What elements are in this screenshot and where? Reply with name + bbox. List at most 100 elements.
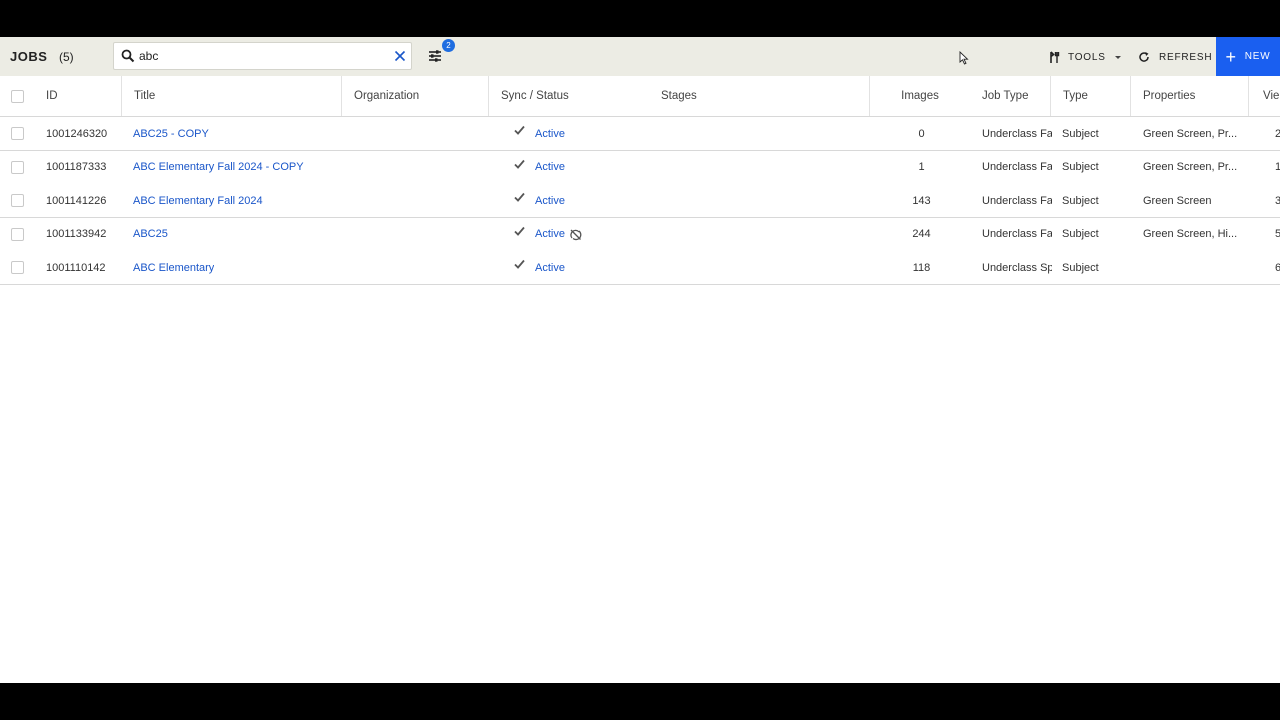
column-header-organization[interactable]: Organization: [341, 76, 489, 116]
properties: Green Screen, Pr...: [1143, 127, 1238, 140]
type: Subject: [1062, 228, 1099, 240]
check-icon: [514, 259, 525, 269]
tools-icon: [1050, 50, 1060, 63]
column-header-job-type[interactable]: Job Type: [970, 76, 1051, 116]
properties: [1143, 251, 1248, 284]
app-window: JOBS (5) 2: [0, 37, 1280, 683]
status-active[interactable]: Active: [535, 262, 565, 274]
jobs-table: ID Title Organization Sync / Status Stag…: [0, 76, 1280, 285]
job-type: Underclass Fa: [982, 228, 1052, 240]
images-count: 143: [912, 194, 931, 207]
sync-status: Active: [514, 184, 565, 217]
table-header: ID Title Organization Sync / Status Stag…: [0, 76, 1280, 117]
job-title-link[interactable]: ABC25 - COPY: [133, 117, 209, 150]
images-count: 244: [912, 228, 931, 240]
search-input[interactable]: [139, 47, 384, 65]
row-checkbox-cell: [11, 151, 24, 184]
row-checkbox-cell: [11, 184, 24, 217]
column-header-type[interactable]: Type: [1050, 76, 1131, 116]
new-label: NEW: [1244, 51, 1271, 62]
job-type: Underclass Sp: [982, 261, 1052, 274]
properties: Green Screen, Pr...: [1143, 161, 1238, 173]
type: Subject: [1062, 161, 1099, 173]
filter-icon[interactable]: [427, 48, 443, 64]
job-title-link[interactable]: ABC Elementary Fall 2024: [133, 184, 263, 217]
job-id: 1001133942: [46, 228, 107, 240]
images-count: 0: [918, 127, 925, 140]
status-active[interactable]: Active: [535, 228, 565, 240]
tools-menu-button[interactable]: TOOLS: [1049, 48, 1122, 66]
search-box[interactable]: [113, 42, 412, 70]
status-active[interactable]: Active: [535, 195, 565, 207]
views: 3: [1275, 194, 1280, 207]
page-title: JOBS: [10, 49, 48, 64]
job-id: 1001246320: [46, 127, 108, 140]
jobs-count: (5): [59, 50, 74, 64]
job-type: Underclass Fa: [982, 161, 1052, 173]
status-active[interactable]: Active: [535, 161, 565, 173]
check-icon: [514, 125, 525, 135]
sync-off-icon[interactable]: [569, 228, 582, 241]
job-id: 1001187333: [46, 161, 107, 173]
top-toolbar: JOBS (5) 2: [0, 37, 1280, 76]
column-header-title[interactable]: Title: [121, 76, 342, 116]
filter-count-badge: 2: [442, 39, 455, 52]
refresh-label: REFRESH: [1159, 51, 1213, 63]
images-count: 1: [918, 161, 925, 173]
mouse-cursor-icon: [959, 51, 969, 65]
row-checkbox[interactable]: [11, 160, 24, 174]
row-checkbox[interactable]: [11, 227, 24, 241]
row-checkbox[interactable]: [11, 261, 24, 274]
views: 6: [1275, 261, 1280, 274]
job-title-link[interactable]: ABC Elementary: [133, 251, 214, 284]
properties: Green Screen, Hi...: [1143, 228, 1238, 240]
images-count: 118: [912, 261, 931, 274]
column-header-stages[interactable]: Stages: [649, 76, 870, 116]
row-checkbox-cell: [11, 251, 24, 284]
job-id: 1001141226: [46, 194, 107, 207]
column-header-properties[interactable]: Properties: [1130, 76, 1249, 116]
job-type: Underclass Fa: [982, 127, 1052, 140]
check-icon: [514, 226, 525, 236]
row-checkbox[interactable]: [11, 194, 24, 207]
sync-status: Active: [514, 117, 565, 150]
job-type: Underclass Fa: [982, 194, 1052, 207]
plus-icon: +: [1225, 46, 1237, 67]
column-header-images[interactable]: Images: [869, 76, 970, 116]
column-header-views[interactable]: Vie: [1248, 76, 1280, 116]
tools-label: TOOLS: [1068, 51, 1106, 63]
select-all-checkbox[interactable]: [11, 89, 24, 103]
table-row[interactable]: 1001141226 ABC Elementary Fall 2024 Acti…: [0, 184, 1280, 218]
caret-down-icon: [1114, 56, 1121, 59]
sync-status: Active: [514, 218, 582, 251]
type: Subject: [1062, 194, 1099, 207]
column-header-sync-status[interactable]: Sync / Status: [488, 76, 649, 116]
row-checkbox-cell: [11, 218, 24, 251]
job-title-link[interactable]: ABC Elementary Fall 2024 - COPY: [133, 151, 304, 184]
table-row[interactable]: 1001133942 ABC25 Active 244 Underclass F…: [0, 218, 1280, 252]
check-icon: [514, 192, 525, 202]
views: 1: [1275, 161, 1280, 173]
job-id: 1001110142: [46, 261, 106, 274]
sync-status: Active: [514, 151, 565, 184]
type: Subject: [1062, 127, 1099, 140]
views: 2: [1275, 127, 1280, 140]
row-checkbox-cell: [11, 117, 24, 150]
views: 5: [1275, 228, 1280, 240]
table-row[interactable]: 1001246320 ABC25 - COPY Active 0 Undercl…: [0, 117, 1280, 151]
select-all-cell: [0, 76, 34, 116]
search-icon: [121, 49, 135, 63]
sync-status: Active: [514, 251, 565, 284]
clear-icon[interactable]: [393, 49, 407, 63]
status-active[interactable]: Active: [535, 128, 565, 140]
column-header-id[interactable]: ID: [34, 76, 121, 116]
job-title-link[interactable]: ABC25: [133, 218, 168, 251]
new-job-button[interactable]: + NEW: [1216, 37, 1280, 76]
refresh-icon: [1139, 52, 1149, 62]
check-icon: [514, 159, 525, 169]
type: Subject: [1062, 261, 1099, 274]
table-row[interactable]: 1001187333 ABC Elementary Fall 2024 - CO…: [0, 151, 1280, 185]
table-row[interactable]: 1001110142 ABC Elementary Active 118 Und…: [0, 251, 1280, 285]
row-checkbox[interactable]: [11, 127, 24, 140]
refresh-button[interactable]: REFRESH: [1138, 48, 1212, 66]
